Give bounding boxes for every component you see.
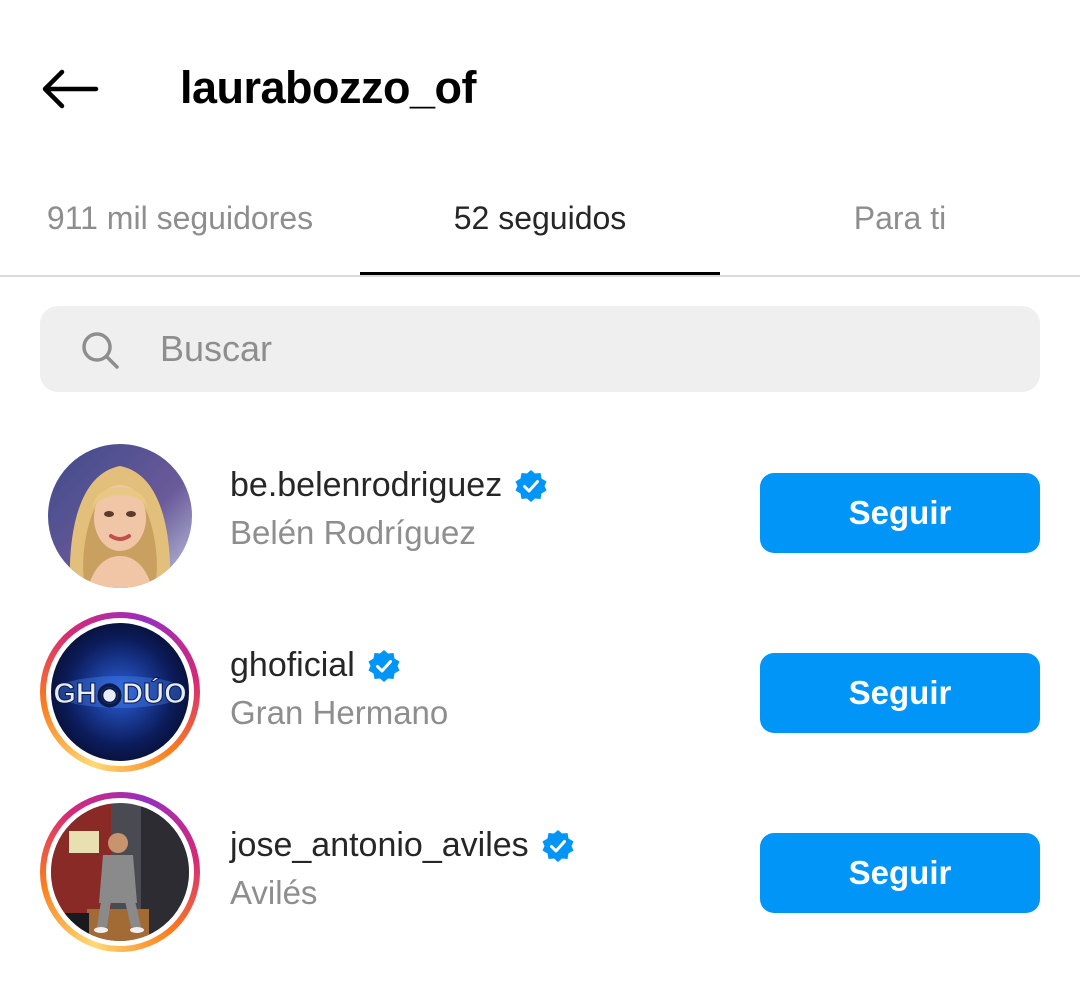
search-input[interactable] bbox=[160, 306, 1000, 392]
svg-text:GH◉DÚO: GH◉DÚO bbox=[53, 676, 186, 710]
full-name: Gran Hermano bbox=[230, 694, 449, 731]
search-icon bbox=[82, 332, 119, 369]
username-row: ghoficial bbox=[230, 646, 401, 685]
tab-for-you[interactable]: Para ti bbox=[720, 160, 1080, 276]
username[interactable]: be.belenrodriguez bbox=[230, 466, 502, 505]
arrow-left-icon bbox=[42, 69, 99, 109]
list-item[interactable]: GH◉DÚO ghoficial Gran Hermano Seguir bbox=[0, 612, 1080, 782]
username[interactable]: jose_antonio_aviles bbox=[230, 826, 529, 865]
follow-button[interactable]: Seguir bbox=[760, 473, 1040, 553]
tab-bar: 911 mil seguidores 52 seguidos Para ti bbox=[0, 160, 1080, 278]
verified-badge-icon bbox=[542, 829, 574, 862]
avatar-image bbox=[51, 803, 189, 941]
verified-badge-icon bbox=[515, 469, 547, 502]
verified-badge-icon bbox=[368, 649, 400, 682]
tab-divider bbox=[0, 275, 1080, 277]
list-item[interactable]: be.belenrodriguez Belén Rodríguez Seguir bbox=[0, 442, 1080, 612]
username-row: be.belenrodriguez bbox=[230, 466, 548, 505]
avatar-image bbox=[48, 444, 192, 588]
search-bar[interactable] bbox=[40, 306, 1040, 392]
tab-followers[interactable]: 911 mil seguidores bbox=[0, 160, 360, 276]
page-title: laurabozzo_of bbox=[180, 62, 477, 113]
tab-following[interactable]: 52 seguidos bbox=[360, 160, 720, 276]
full-name: Avilés bbox=[230, 874, 318, 911]
username-row: jose_antonio_aviles bbox=[230, 826, 575, 865]
follow-button[interactable]: Seguir bbox=[760, 833, 1040, 913]
list-item[interactable]: jose_antonio_aviles Avilés Seguir bbox=[0, 792, 1080, 962]
avatar bbox=[46, 798, 194, 946]
follow-button[interactable]: Seguir bbox=[760, 653, 1040, 733]
back-button[interactable] bbox=[38, 60, 102, 116]
avatar-story-ring[interactable]: GH◉DÚO bbox=[40, 612, 200, 772]
avatar: GH◉DÚO bbox=[46, 618, 194, 766]
avatar[interactable] bbox=[48, 444, 192, 588]
top-bar: laurabozzo_of bbox=[0, 0, 1080, 160]
full-name: Belén Rodríguez bbox=[230, 514, 476, 551]
avatar-story-ring[interactable] bbox=[40, 792, 200, 952]
avatar-image: GH◉DÚO bbox=[51, 623, 189, 761]
username[interactable]: ghoficial bbox=[230, 646, 355, 685]
